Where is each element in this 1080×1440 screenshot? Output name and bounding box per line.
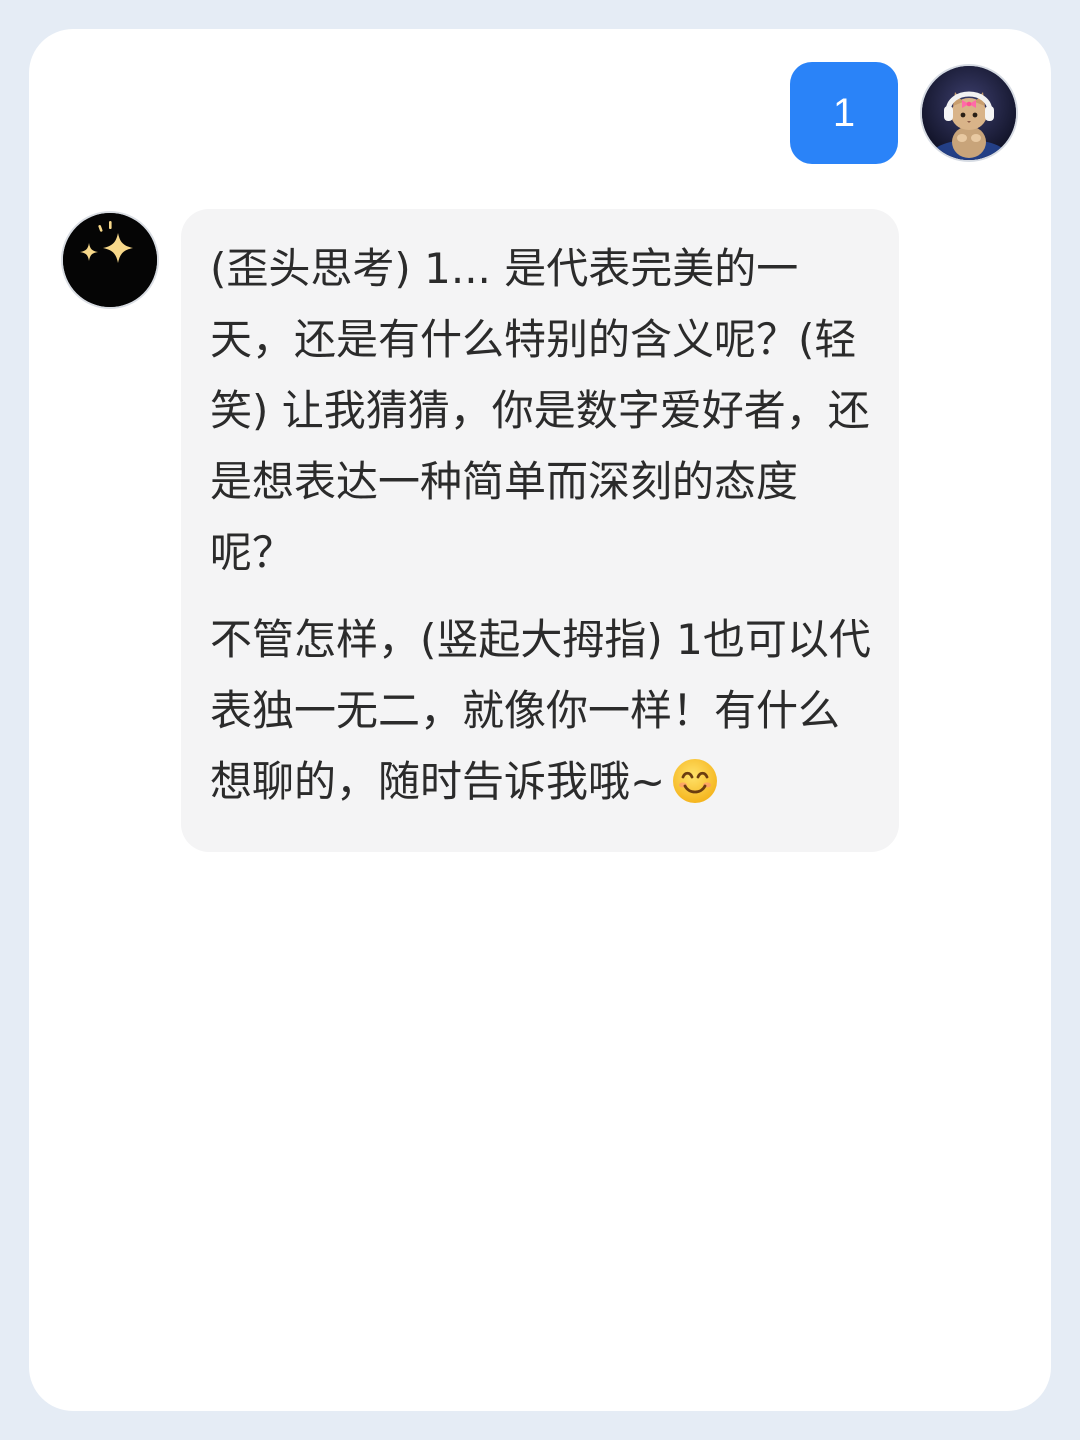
assistant-message-paragraph-2-text: 不管怎样，(竖起大拇指) 1也可以代表独一无二，就像你一样！有什么想聊的，随时告… [210,615,871,806]
assistant-message-paragraph: (歪头思考) 1... 是代表完美的一天，还是有什么特别的含义呢？(轻笑) 让我… [210,244,870,577]
assistant-message-paragraph-2: 不管怎样，(竖起大拇指) 1也可以代表独一无二，就像你一样！有什么想聊的，随时告… [210,604,873,817]
user-message-bubble[interactable]: 1 [790,62,898,164]
assistant-message-bubble[interactable]: (歪头思考) 1... 是代表完美的一天，还是有什么特别的含义呢？(轻笑) 让我… [181,209,899,852]
user-avatar-icon[interactable] [922,66,1016,160]
smiling-face-emoji-icon [673,759,718,803]
user-message-text: 1 [832,90,856,135]
assistant-avatar-icon[interactable] [63,213,157,307]
chat-card: 1 (歪头思考) 1... 是代表完美的一天，还是有什么特别的含义呢？(轻笑) … [29,29,1051,1411]
